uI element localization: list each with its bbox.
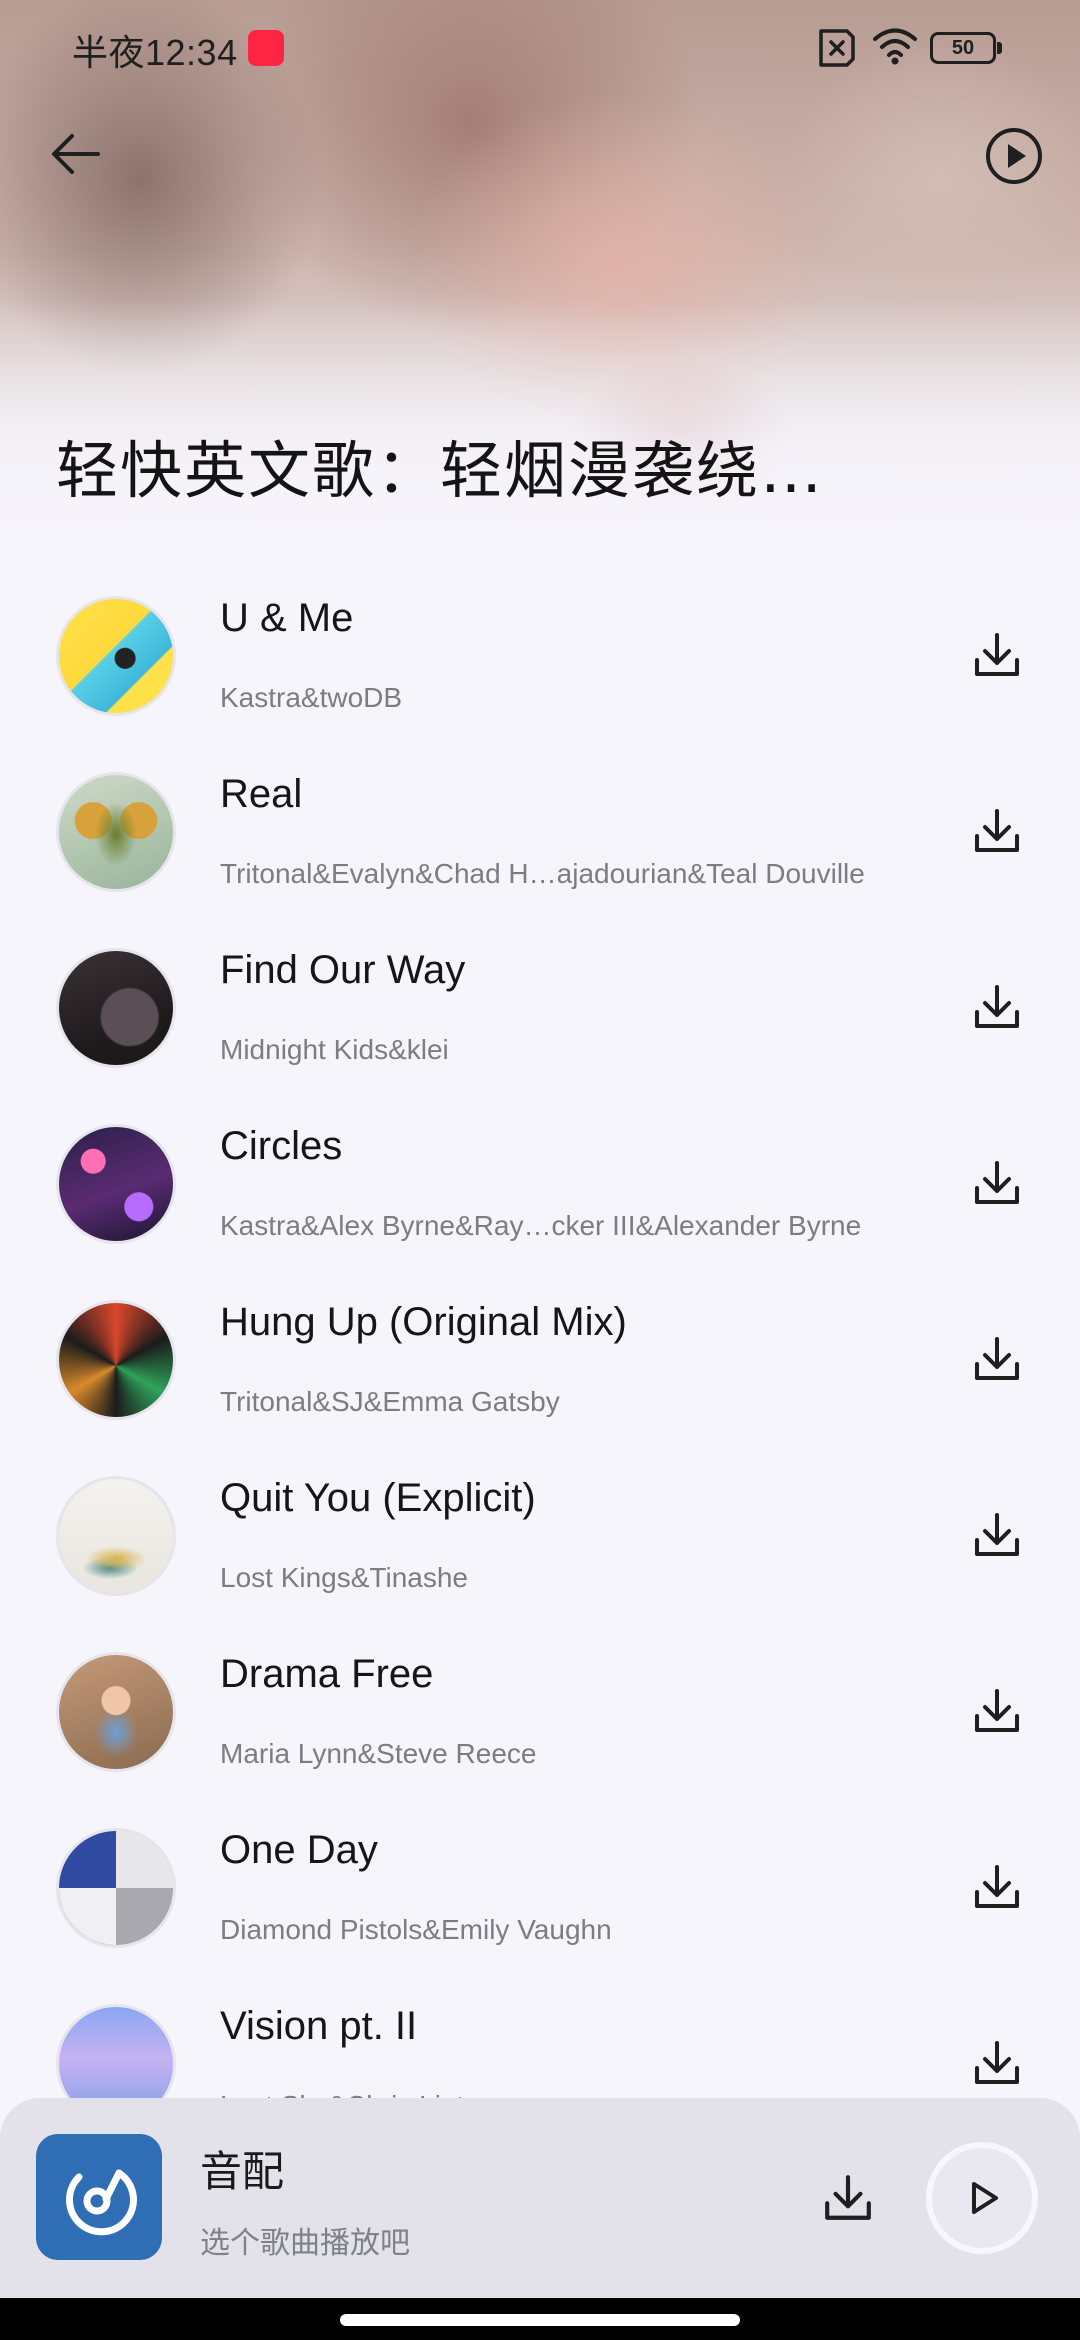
play-icon: [972, 2182, 998, 2214]
xiaohongshu-badge-icon: [248, 30, 284, 66]
download-icon[interactable]: [972, 1862, 1022, 1912]
album-cover: [56, 596, 176, 716]
battery-indicator: 50: [930, 32, 1002, 64]
song-title: One Day: [220, 1828, 378, 1872]
song-row[interactable]: One Day Diamond Pistols&Emily Vaughn: [0, 1798, 1080, 1974]
album-cover: [56, 1652, 176, 1772]
song-artist: Maria Lynn&Steve Reece: [220, 1738, 537, 1769]
wifi-icon: [873, 28, 917, 65]
battery-tip: [997, 42, 1002, 54]
song-title: Find Our Way: [220, 948, 466, 992]
download-icon[interactable]: [822, 2172, 874, 2224]
home-indicator[interactable]: [340, 2314, 740, 2326]
song-row[interactable]: Hung Up (Original Mix) Tritonal&SJ&Emma …: [0, 1270, 1080, 1446]
download-icon[interactable]: [972, 806, 1022, 856]
album-cover: [56, 1124, 176, 1244]
album-cover: [56, 772, 176, 892]
album-cover: [56, 1476, 176, 1596]
song-title: Vision pt. II: [220, 2004, 418, 2048]
download-icon[interactable]: [972, 1334, 1022, 1384]
download-icon[interactable]: [972, 1686, 1022, 1736]
song-title: Real: [220, 772, 303, 816]
song-title: Hung Up (Original Mix): [220, 1300, 627, 1344]
playlist-title: 轻快英文歌：轻烟漫袭绕…: [56, 434, 825, 507]
download-icon[interactable]: [972, 2038, 1022, 2088]
song-row[interactable]: Find Our Way Midnight Kids&klei: [0, 918, 1080, 1094]
play-circle-icon[interactable]: [982, 124, 1046, 188]
song-title: Quit You (Explicit): [220, 1476, 536, 1520]
download-icon[interactable]: [972, 630, 1022, 680]
song-row[interactable]: U & Me Kastra&twoDB: [0, 566, 1080, 742]
song-artist: Kastra&Alex Byrne&Ray…cker III&Alexander…: [220, 1210, 862, 1241]
mini-player[interactable]: 音配 选个歌曲播放吧: [0, 2098, 1080, 2298]
back-arrow-icon[interactable]: [46, 124, 106, 184]
system-nav-bar: [0, 2298, 1080, 2340]
song-artist: Lost Kings&Tinashe: [220, 1562, 468, 1593]
player-hint: 选个歌曲播放吧: [200, 2226, 410, 2261]
sim-off-icon: [819, 29, 855, 67]
download-icon[interactable]: [972, 982, 1022, 1032]
song-artist: Tritonal&Evalyn&Chad H…ajadourian&Teal D…: [220, 858, 865, 889]
download-icon[interactable]: [972, 1158, 1022, 1208]
status-time: 半夜12:34: [72, 32, 238, 73]
song-artist: Tritonal&SJ&Emma Gatsby: [220, 1386, 560, 1417]
song-row[interactable]: Real Tritonal&Evalyn&Chad H…ajadourian&T…: [0, 742, 1080, 918]
song-row[interactable]: Circles Kastra&Alex Byrne&Ray…cker III&A…: [0, 1094, 1080, 1270]
download-icon[interactable]: [972, 1510, 1022, 1560]
song-artist: Kastra&twoDB: [220, 682, 403, 713]
song-title: Drama Free: [220, 1652, 434, 1696]
song-title: Circles: [220, 1124, 343, 1168]
song-row[interactable]: Drama Free Maria Lynn&Steve Reece: [0, 1622, 1080, 1798]
music-note-logo-icon: [66, 2169, 137, 2236]
song-artist: Diamond Pistols&Emily Vaughn: [220, 1914, 612, 1945]
app-logo-icon: [36, 2134, 162, 2260]
song-list: U & Me Kastra&twoDB Real Tritonal&Evalyn…: [0, 566, 1080, 2150]
play-button[interactable]: [926, 2142, 1038, 2254]
song-title: U & Me: [220, 596, 354, 640]
album-cover: [56, 1300, 176, 1420]
album-cover: [56, 948, 176, 1068]
battery-level: 50: [930, 32, 996, 64]
status-bar: 半夜12:34 50: [0, 0, 1080, 96]
song-row[interactable]: Quit You (Explicit) Lost Kings&Tinashe: [0, 1446, 1080, 1622]
song-artist: Midnight Kids&klei: [220, 1034, 449, 1065]
player-app-name: 音配: [200, 2147, 285, 2196]
album-cover: [56, 1828, 176, 1948]
